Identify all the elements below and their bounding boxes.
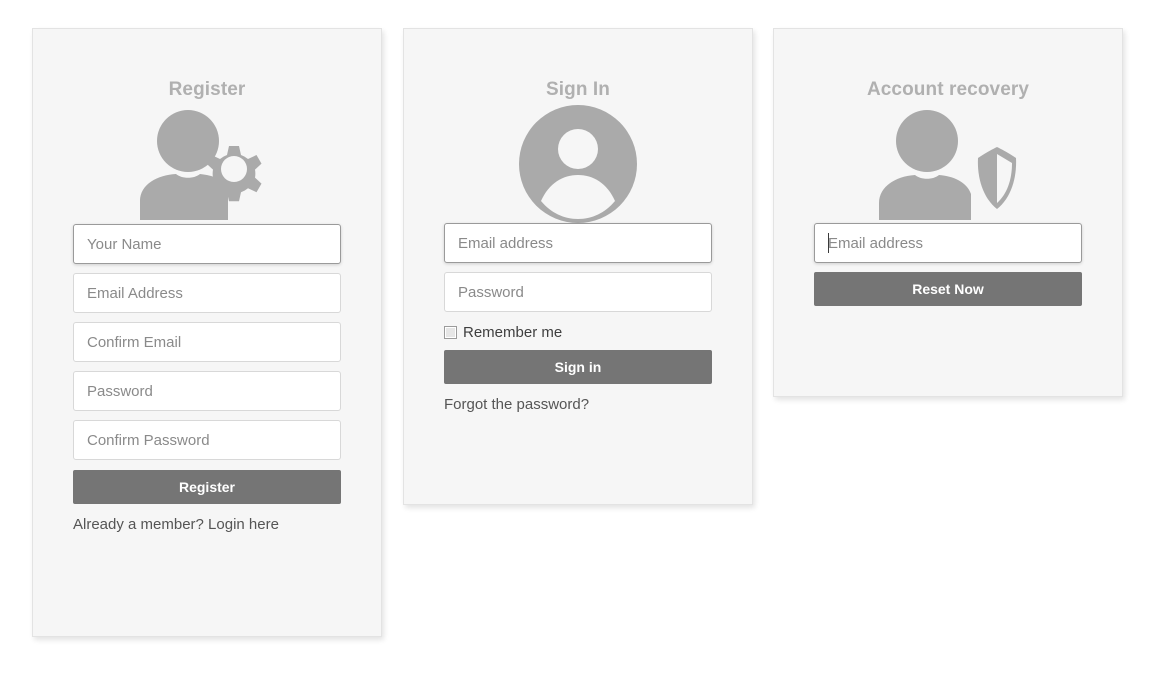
- signin-fields: [444, 223, 712, 312]
- confirm-password-input[interactable]: [73, 420, 341, 460]
- remember-me-row[interactable]: Remember me: [444, 325, 712, 340]
- account-recovery-card: Account recovery Reset Now: [773, 28, 1123, 397]
- register-title: Register: [168, 79, 246, 100]
- register-card: Register Your Name Email Address Confirm…: [32, 28, 382, 637]
- account-recovery-title: Account recovery: [866, 79, 1030, 100]
- user-gear-icon: [73, 105, 341, 223]
- recovery-fields: [814, 223, 1082, 263]
- email-address-input[interactable]: [814, 223, 1082, 263]
- reset-button-wrap: Reset Now: [814, 272, 1082, 306]
- register-submit-button[interactable]: Register: [73, 470, 341, 504]
- confirm-email-input[interactable]: [73, 322, 341, 362]
- password-input[interactable]: [444, 272, 712, 312]
- field-row-confirm-password: [73, 420, 341, 460]
- signin-title: Sign In: [545, 79, 611, 100]
- your-name-input[interactable]: [73, 224, 341, 264]
- reset-now-button[interactable]: Reset Now: [814, 272, 1082, 306]
- field-row-confirm-email: [73, 322, 341, 362]
- field-row-password: [73, 371, 341, 411]
- email-address-input[interactable]: [444, 223, 712, 263]
- field-row-password: [444, 272, 712, 312]
- field-row-your-name: [73, 224, 341, 264]
- field-row-email-address: [444, 223, 712, 263]
- signin-submit-button[interactable]: Sign in: [444, 350, 712, 384]
- signin-button-wrap: Sign in: [444, 350, 712, 384]
- remember-me-checkbox[interactable]: [444, 326, 457, 339]
- text-cursor-caret: [828, 233, 829, 253]
- user-avatar-icon: [444, 105, 712, 223]
- email-address-input[interactable]: [73, 273, 341, 313]
- auth-forms-page: Register Your Name Email Address Confirm…: [0, 0, 1155, 692]
- register-button-wrap: Register: [73, 470, 341, 504]
- register-fields: [73, 224, 341, 460]
- forgot-password-link[interactable]: Forgot the password?: [444, 396, 712, 414]
- password-input[interactable]: [73, 371, 341, 411]
- remember-me-label[interactable]: Remember me: [463, 325, 562, 340]
- signin-card: Sign In Remember me Sign in Forgot the p…: [403, 28, 753, 505]
- field-row-email-address: [73, 273, 341, 313]
- register-login-link[interactable]: Already a member? Login here: [73, 516, 341, 534]
- user-shield-icon: [814, 105, 1082, 223]
- field-row-email-address: [814, 223, 1082, 263]
